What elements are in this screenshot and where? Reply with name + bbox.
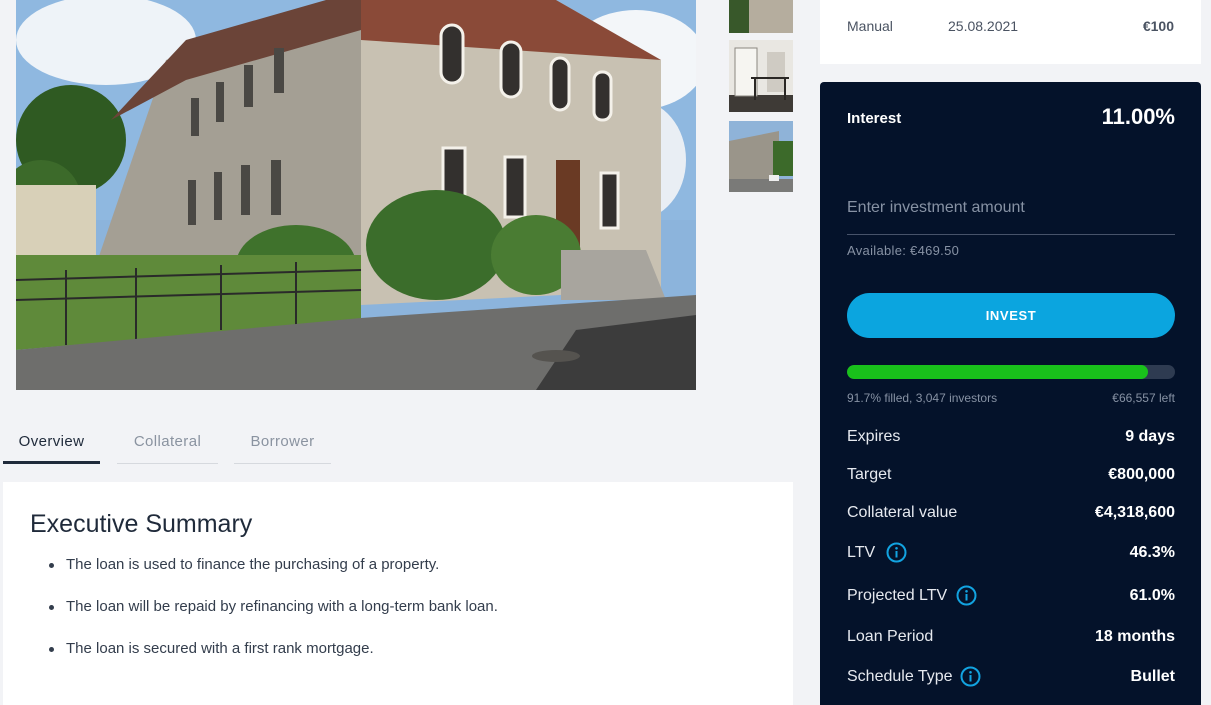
summary-item: The loan is secured with a first rank mo… — [30, 640, 793, 658]
invest-button[interactable]: INVEST — [847, 293, 1175, 338]
progress-left-text: €66,557 left — [1112, 391, 1175, 405]
investment-date: 25.08.2021 — [948, 18, 1019, 34]
stat-row-ltv: LTV 46.3% — [847, 541, 1175, 565]
info-icon[interactable] — [886, 542, 907, 563]
stat-label: Projected LTV — [847, 587, 948, 604]
interest-label: Interest — [847, 110, 902, 127]
stat-value: Bullet — [1130, 668, 1175, 685]
stat-label: Collateral value — [847, 504, 958, 521]
stat-value: 18 months — [1094, 628, 1175, 645]
detail-tabs: Overview Collateral Borrower — [3, 422, 331, 464]
tab-collateral[interactable]: Collateral — [117, 422, 218, 464]
investment-type: Manual — [847, 18, 893, 34]
stat-label: Schedule Type — [847, 668, 953, 685]
stat-label: Expires — [847, 428, 901, 445]
stat-row-target: Target €800,000 — [847, 463, 1175, 487]
stat-value: €4,318,600 — [1094, 504, 1175, 521]
main-property-photo[interactable] — [16, 0, 696, 390]
tab-borrower[interactable]: Borrower — [234, 422, 331, 464]
my-investment-card: Manual 25.08.2021 €100 — [820, 0, 1201, 64]
investment-amount-input[interactable] — [847, 182, 1175, 235]
investment-amount: €100 — [1142, 18, 1174, 34]
stat-label: Loan Period — [847, 628, 934, 645]
thumbnail-building-side[interactable] — [729, 121, 793, 192]
stat-label: LTV — [847, 544, 876, 561]
stat-row-projected-ltv: Projected LTV 61.0% — [847, 584, 1175, 608]
summary-title: Executive Summary — [30, 510, 253, 538]
progress-filled-text: 91.7% filled, 3,047 investors — [847, 391, 998, 405]
executive-summary-card: Executive Summary The loan is used to fi… — [3, 482, 793, 705]
stat-value: 9 days — [1125, 428, 1175, 445]
stat-row-loan-period: Loan Period 18 months — [847, 625, 1175, 649]
summary-item: The loan will be repaid by refinancing w… — [30, 598, 793, 616]
tab-overview[interactable]: Overview — [3, 422, 100, 464]
available-balance: Available: €469.50 — [847, 243, 960, 258]
thumbnail-hallway-interior[interactable] — [729, 40, 793, 112]
stat-row-collateral-value: Collateral value €4,318,600 — [847, 501, 1175, 525]
info-icon[interactable] — [960, 666, 981, 687]
interest-value: 11.00% — [1101, 104, 1175, 129]
stat-value: 46.3% — [1129, 544, 1175, 561]
stat-label: Target — [847, 466, 892, 483]
funding-progress-fill — [847, 365, 1148, 379]
thumbnail-building-exterior[interactable] — [729, 0, 793, 33]
invest-panel: Interest 11.00% Available: €469.50 INVES… — [820, 82, 1201, 705]
stat-value: 61.0% — [1129, 587, 1175, 604]
stat-row-expires: Expires 9 days — [847, 425, 1175, 449]
stat-row-schedule-type: Schedule Type Bullet — [847, 665, 1175, 689]
info-icon[interactable] — [956, 585, 977, 606]
summary-list: The loan is used to finance the purchasi… — [30, 556, 793, 658]
stat-value: €800,000 — [1108, 466, 1175, 483]
summary-item: The loan is used to finance the purchasi… — [30, 556, 793, 574]
funding-progress-bar — [847, 365, 1175, 379]
